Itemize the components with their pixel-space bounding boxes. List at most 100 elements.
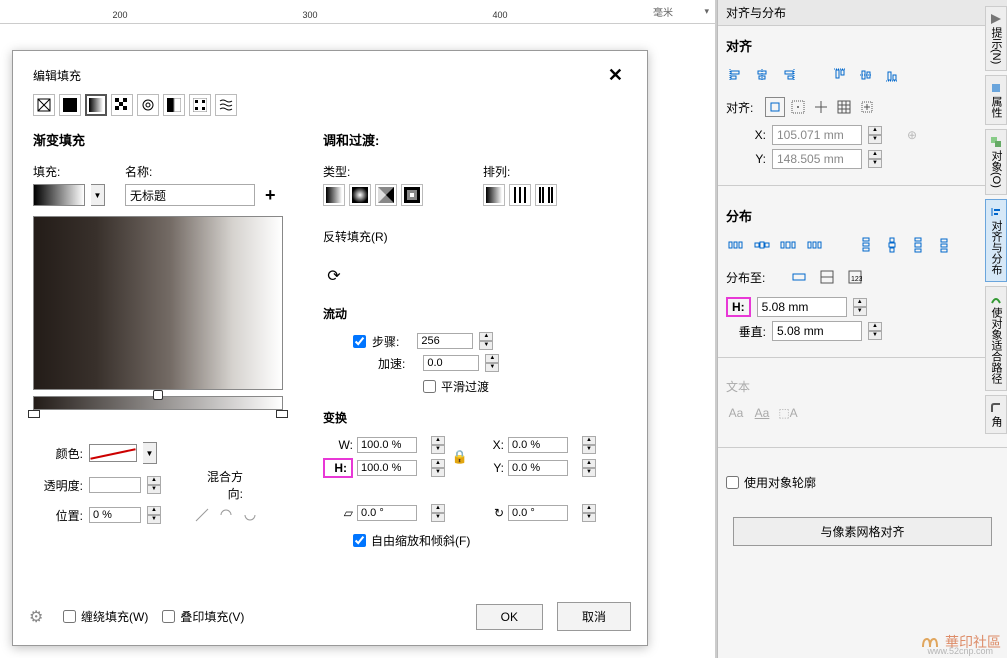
gear-icon[interactable]: ⚙ (29, 607, 49, 627)
dist-left-icon[interactable] (726, 235, 746, 255)
fill-swatch[interactable] (33, 184, 85, 206)
align-center-h-icon[interactable] (752, 65, 772, 85)
steps-input[interactable] (417, 333, 473, 349)
spinner[interactable]: ▲▼ (479, 332, 493, 350)
arrange-mirror-icon[interactable] (535, 184, 557, 206)
tab-corner[interactable]: 角 (985, 395, 1007, 434)
gradient-midpoint-handle[interactable] (153, 390, 163, 400)
dist-to-spacing-icon[interactable]: 123 (845, 267, 865, 287)
chevron-down-icon[interactable]: ▼ (91, 184, 105, 206)
spinner[interactable]: ▲▼ (582, 459, 596, 477)
spinner[interactable]: ▲▼ (868, 126, 882, 144)
skew-input[interactable] (357, 505, 417, 521)
dist-to-page-icon[interactable] (817, 267, 837, 287)
ruler-menu-icon[interactable]: ▾ (704, 6, 709, 17)
gradient-preview[interactable] (33, 216, 283, 390)
blend-ccw-icon[interactable] (241, 506, 259, 524)
opacity-input[interactable] (89, 477, 141, 493)
spinner[interactable]: ▲▼ (868, 322, 882, 340)
spinner[interactable]: ▲▼ (868, 150, 882, 168)
gradient-bar[interactable] (33, 396, 283, 410)
spinner[interactable]: ▲▼ (582, 436, 596, 454)
gradient-stop-start[interactable] (28, 410, 40, 418)
horizontal-ruler[interactable]: 200 300 400 毫米 ▾ (0, 0, 715, 24)
crosshair-icon[interactable]: ⊕ (902, 125, 922, 145)
dist-center-h-icon[interactable] (752, 235, 772, 255)
spinner[interactable]: ▲▼ (431, 504, 445, 522)
arrange-default-icon[interactable] (483, 184, 505, 206)
conical-gradient-icon[interactable] (375, 184, 397, 206)
h-spacing-input[interactable] (757, 297, 847, 317)
align-left-icon[interactable] (726, 65, 746, 85)
rotate-input[interactable] (508, 505, 568, 521)
name-input[interactable] (125, 184, 255, 206)
dist-right-icon[interactable] (804, 235, 824, 255)
tab-objects[interactable]: 对象(O) (985, 129, 1007, 195)
lock-icon[interactable]: 🔒 (450, 449, 470, 465)
align-to-selection-icon[interactable] (765, 97, 785, 117)
postscript-fill-icon[interactable] (215, 94, 237, 116)
position-input[interactable] (89, 507, 141, 523)
align-right-icon[interactable] (778, 65, 798, 85)
tab-align-distribute[interactable]: 对齐与分布 (985, 199, 1007, 282)
align-top-icon[interactable] (830, 65, 850, 85)
use-outline-checkbox[interactable] (726, 476, 739, 489)
cancel-button[interactable]: 取消 (557, 602, 631, 631)
v-spacing-input[interactable] (772, 321, 862, 341)
refresh-icon[interactable]: ⟳ (323, 265, 345, 287)
tab-hints[interactable]: 提示(N) (985, 6, 1007, 71)
dist-spacing-v-icon[interactable] (908, 235, 928, 255)
solid-fill-icon[interactable] (59, 94, 81, 116)
h-input[interactable] (357, 460, 417, 476)
spinner[interactable]: ▲▼ (582, 504, 596, 522)
two-color-icon[interactable] (163, 94, 185, 116)
chevron-down-icon[interactable]: ▼ (143, 442, 157, 464)
pattern-fill-icon[interactable] (111, 94, 133, 116)
align-to-grid-icon[interactable] (834, 97, 854, 117)
bitmap-fill-icon[interactable] (189, 94, 211, 116)
align-to-point-icon[interactable] (857, 97, 877, 117)
no-fill-icon[interactable] (33, 94, 55, 116)
close-icon[interactable]: ✕ (604, 65, 627, 86)
smooth-checkbox[interactable] (423, 380, 436, 393)
spinner[interactable]: ▲▼ (853, 298, 867, 316)
gradient-stop-end[interactable] (276, 410, 288, 418)
spinner[interactable]: ▲▼ (485, 354, 499, 372)
square-gradient-icon[interactable] (401, 184, 423, 206)
y-input[interactable] (508, 460, 568, 476)
pixel-grid-button[interactable]: 与像素网格对齐 (733, 517, 992, 546)
x-coord-input[interactable] (772, 125, 862, 145)
blend-linear-icon[interactable] (193, 506, 211, 524)
arrange-repeat-icon[interactable] (509, 184, 531, 206)
winding-checkbox[interactable] (63, 610, 76, 623)
align-center-v-icon[interactable] (856, 65, 876, 85)
gradient-fill-icon[interactable] (85, 94, 107, 116)
tab-fit-to-path[interactable]: 使对象适合路径 (985, 286, 1007, 391)
dist-to-selection-icon[interactable] (789, 267, 809, 287)
spinner[interactable]: ▲▼ (147, 476, 161, 494)
free-scale-checkbox[interactable] (353, 534, 366, 547)
spinner[interactable]: ▲▼ (431, 459, 445, 477)
align-to-page-center-icon[interactable] (811, 97, 831, 117)
dist-center-v-icon[interactable] (882, 235, 902, 255)
align-bottom-icon[interactable] (882, 65, 902, 85)
dist-spacing-h-icon[interactable] (778, 235, 798, 255)
steps-checkbox[interactable] (353, 335, 366, 348)
spinner[interactable]: ▲▼ (147, 506, 161, 524)
accel-input[interactable] (423, 355, 479, 371)
spinner[interactable]: ▲▼ (431, 436, 445, 454)
dist-top-icon[interactable] (856, 235, 876, 255)
overprint-checkbox[interactable] (162, 610, 175, 623)
align-to-page-edge-icon[interactable] (788, 97, 808, 117)
plus-icon[interactable]: + (259, 185, 282, 206)
x-input[interactable] (508, 437, 568, 453)
y-coord-input[interactable] (772, 149, 862, 169)
linear-gradient-icon[interactable] (323, 184, 345, 206)
radial-gradient-icon[interactable] (349, 184, 371, 206)
texture-fill-icon[interactable] (137, 94, 159, 116)
blend-cw-icon[interactable] (217, 506, 235, 524)
tab-properties[interactable]: 属性 (985, 75, 1007, 125)
w-input[interactable] (357, 437, 417, 453)
ok-button[interactable]: OK (476, 604, 543, 630)
dist-bottom-icon[interactable] (934, 235, 954, 255)
